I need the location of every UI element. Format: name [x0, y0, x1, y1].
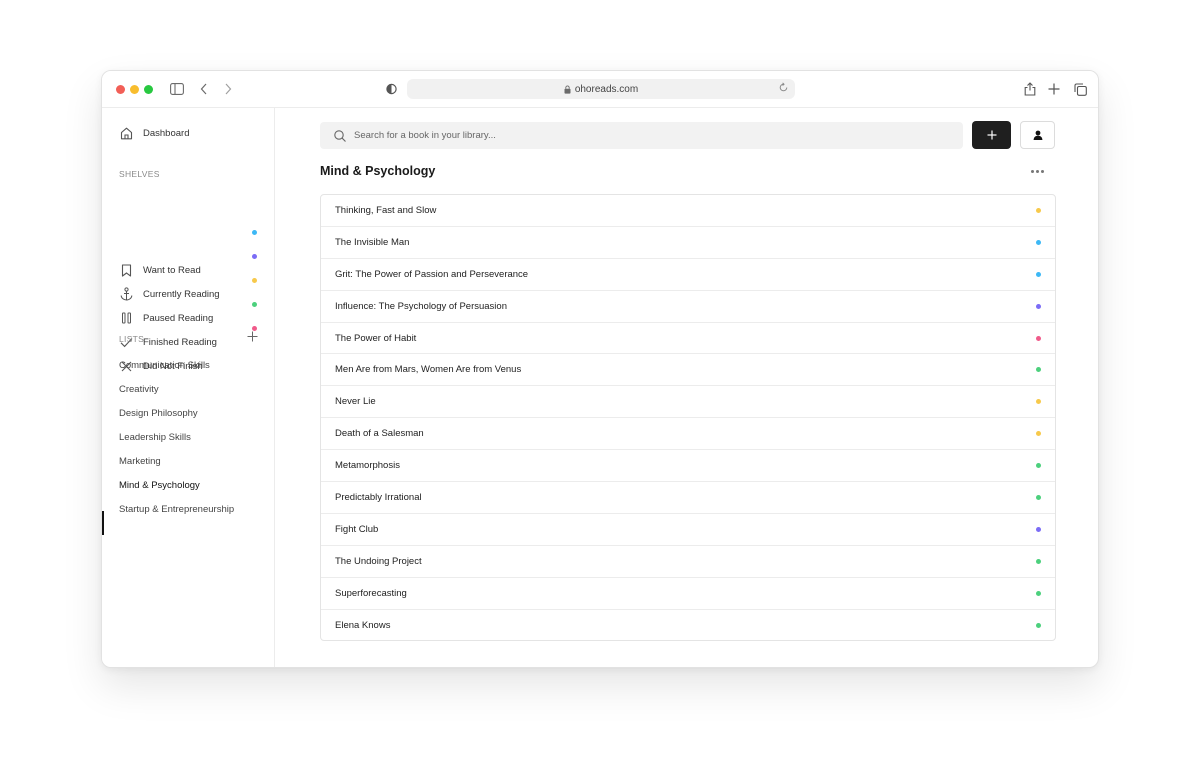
book-row[interactable]: Influence: The Psychology of Persuasion [321, 291, 1055, 323]
more-options-icon[interactable] [1031, 170, 1044, 173]
search-icon [334, 129, 346, 142]
anchor-icon [119, 287, 133, 301]
book-row[interactable]: Thinking, Fast and Slow [321, 195, 1055, 227]
sidebar-item-currently-reading[interactable]: Currently Reading [119, 286, 220, 302]
shelf-label: Finished Reading [143, 336, 217, 348]
dashboard-label: Dashboard [143, 127, 190, 139]
book-status-dot [1036, 335, 1041, 341]
shelf-color-dot [252, 254, 257, 259]
book-title: Men Are from Mars, Women Are from Venus [335, 364, 522, 376]
book-title: The Undoing Project [335, 555, 422, 567]
tab-overview-icon[interactable] [1072, 80, 1088, 98]
book-title: Never Lie [335, 396, 376, 408]
browser-titlebar: ohoreads.com [102, 71, 1098, 108]
book-title: Death of a Salesman [335, 428, 424, 440]
book-status-dot [1036, 526, 1041, 532]
book-row[interactable]: Metamorphosis [321, 450, 1055, 483]
sidebar-item-want-to-read[interactable]: Want to Read [119, 262, 201, 278]
sidebar-list-item-active[interactable]: Mind & Psychology [119, 480, 200, 491]
address-bar[interactable]: ohoreads.com [407, 79, 795, 99]
book-status-dot [1036, 558, 1041, 564]
book-title: The Power of Habit [335, 332, 417, 344]
shelf-label: Currently Reading [143, 288, 220, 300]
lists-section-label: LISTS [119, 334, 145, 344]
book-row[interactable]: Men Are from Mars, Women Are from Venus [321, 354, 1055, 387]
book-row[interactable]: Fight Club [321, 514, 1055, 546]
book-title: Grit: The Power of Passion and Persevera… [335, 268, 529, 280]
page-title: Mind & Psychology [320, 164, 436, 178]
shelves-section-label: SHELVES [119, 169, 160, 179]
share-icon[interactable] [1023, 80, 1037, 98]
maximize-window-button[interactable] [144, 85, 153, 94]
search-bar[interactable] [320, 122, 963, 149]
user-icon [1033, 130, 1043, 140]
back-icon[interactable] [198, 80, 210, 98]
close-window-button[interactable] [116, 85, 125, 94]
book-title: Metamorphosis [335, 460, 400, 472]
home-icon [119, 126, 133, 140]
shelf-color-dot [252, 278, 257, 283]
sidebar-list-item[interactable]: Communication Skills [119, 360, 210, 371]
new-tab-icon[interactable] [1047, 80, 1061, 98]
sidebar-list-item[interactable]: Creativity [119, 384, 159, 395]
browser-window: ohoreads.com Dashboard SHELVES Want to R… [101, 70, 1099, 668]
book-row[interactable]: Predictably Irrational [321, 482, 1055, 514]
book-title: Elena Knows [335, 620, 391, 632]
book-row[interactable]: Elena Knows [321, 610, 1055, 640]
book-list: Thinking, Fast and Slow The Invisible Ma… [320, 194, 1056, 641]
book-row[interactable]: The Undoing Project [321, 546, 1055, 578]
book-title: Fight Club [335, 523, 379, 535]
book-row[interactable]: Death of a Salesman [321, 418, 1055, 451]
book-status-dot [1036, 271, 1041, 277]
book-status-dot [1036, 367, 1041, 373]
book-row[interactable]: The Power of Habit [321, 323, 1055, 355]
book-title: Predictably Irrational [335, 491, 422, 503]
book-status-dot [1036, 494, 1041, 500]
search-input[interactable] [354, 130, 914, 141]
add-list-button[interactable] [246, 330, 258, 342]
shelf-color-dot [252, 302, 257, 307]
sidebar-item-dashboard[interactable]: Dashboard [119, 125, 189, 141]
book-status-dot [1036, 590, 1041, 596]
add-book-button[interactable] [972, 121, 1011, 149]
book-status-dot [1036, 239, 1041, 245]
url-text: ohoreads.com [574, 83, 639, 95]
sidebar-list-item[interactable]: Marketing [119, 456, 161, 467]
user-profile-button[interactable] [1020, 121, 1055, 149]
reload-icon[interactable] [778, 82, 789, 93]
book-row[interactable]: Never Lie [321, 386, 1055, 419]
sidebar-list-item[interactable]: Leadership Skills [119, 432, 191, 443]
book-title: The Invisible Man [335, 236, 410, 248]
bookmark-icon [119, 263, 133, 277]
shelf-color-dot [252, 230, 257, 235]
minimize-window-button[interactable] [130, 85, 139, 94]
sidebar-item-paused-reading[interactable]: Paused Reading [119, 310, 213, 326]
sidebar: Dashboard SHELVES Want to Read Currently… [102, 108, 275, 667]
sidebar-list-item[interactable]: Startup & Entrepreneurship [119, 504, 234, 515]
book-title: Superforecasting [335, 587, 407, 599]
forward-icon[interactable] [222, 80, 234, 98]
book-status-dot [1036, 207, 1041, 213]
book-row[interactable]: Grit: The Power of Passion and Persevera… [321, 259, 1055, 291]
book-status-dot [1036, 623, 1041, 629]
pause-icon [119, 311, 133, 325]
lock-icon [564, 85, 571, 94]
book-status-dot [1036, 399, 1041, 405]
sidebar-toggle-icon[interactable] [169, 80, 185, 98]
book-status-dot [1036, 303, 1041, 309]
shelf-label: Paused Reading [143, 312, 214, 324]
sidebar-list-item[interactable]: Design Philosophy [119, 408, 198, 419]
book-status-dot [1036, 463, 1041, 469]
book-status-dot [1036, 431, 1041, 437]
privacy-shield-icon[interactable] [384, 80, 398, 98]
shelf-label: Want to Read [143, 264, 201, 276]
active-list-indicator [102, 511, 104, 535]
book-row[interactable]: Superforecasting [321, 578, 1055, 610]
book-title: Thinking, Fast and Slow [335, 204, 437, 216]
plus-icon [987, 130, 997, 140]
book-title: Influence: The Psychology of Persuasion [335, 300, 507, 312]
book-row[interactable]: The Invisible Man [321, 227, 1055, 259]
